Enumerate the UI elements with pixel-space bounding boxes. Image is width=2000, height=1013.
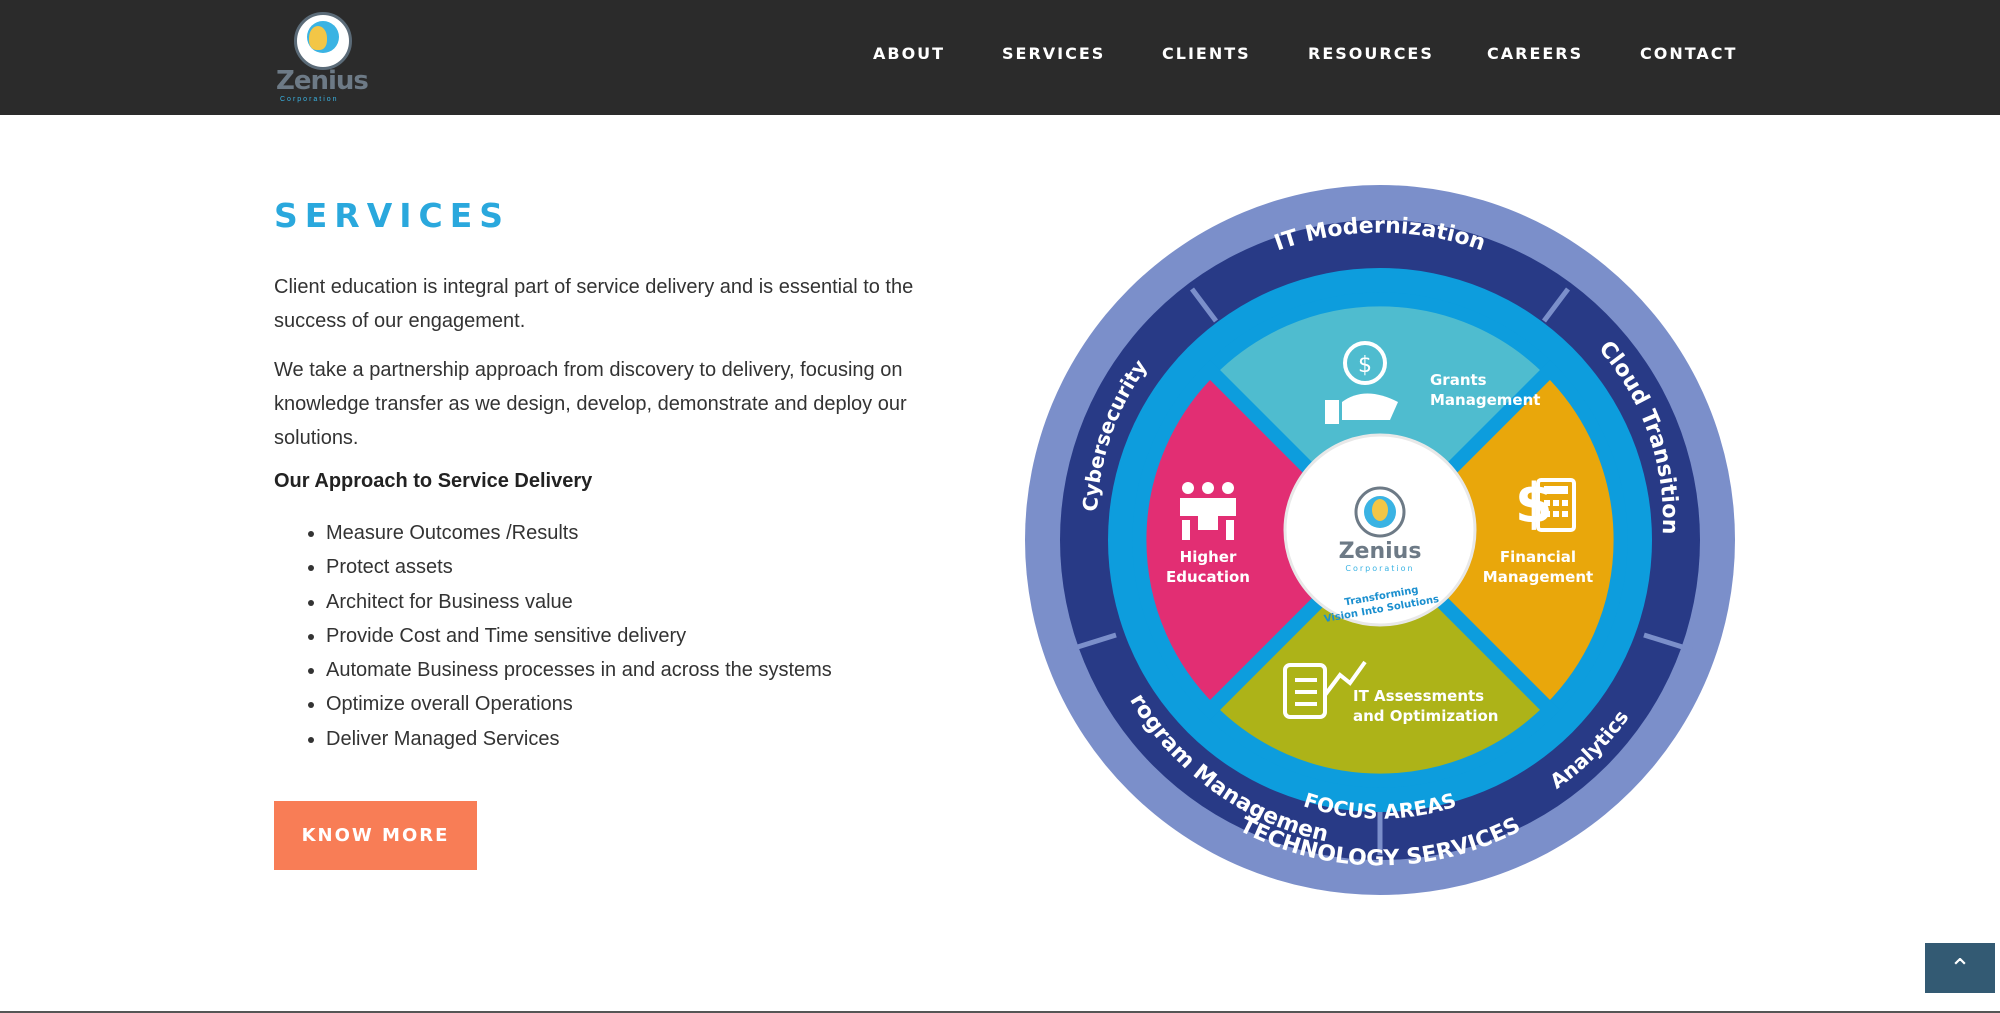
know-more-button[interactable]: KNOW MORE xyxy=(274,801,477,870)
financial-line2: Management xyxy=(1483,568,1593,586)
higher-ed-line2: Education xyxy=(1166,568,1250,586)
it-assess-line2: and Optimization xyxy=(1353,707,1498,725)
services-wheel-diagram: IT Modernization Cloud Transition Analyt… xyxy=(1020,180,1735,895)
nav-clients[interactable]: CLIENTS xyxy=(1162,44,1251,63)
logo-text: Zenius xyxy=(276,66,369,96)
intro-paragraph: Client education is integral part of ser… xyxy=(274,276,914,332)
list-item: Optimize overall Operations xyxy=(326,687,832,721)
grants-line2: Management xyxy=(1430,391,1540,409)
list-item: Protect assets xyxy=(326,550,832,584)
higher-ed-line1: Higher xyxy=(1180,548,1237,566)
logo-subtext: Corporation xyxy=(280,96,339,103)
chevron-up-icon: ⌃ xyxy=(1949,952,1971,983)
list-item: Deliver Managed Services xyxy=(326,722,832,756)
list-item: Provide Cost and Time sensitive delivery xyxy=(326,619,832,653)
nav-about[interactable]: ABOUT xyxy=(873,44,945,63)
svg-text:$: $ xyxy=(1358,353,1372,378)
bulb-icon xyxy=(309,26,327,50)
nav-resources[interactable]: RESOURCES xyxy=(1308,44,1434,63)
it-assess-line1: IT Assessments xyxy=(1353,687,1484,705)
nav-contact[interactable]: CONTACT xyxy=(1640,44,1737,63)
center-logo-icon xyxy=(1354,486,1406,538)
grants-line1: Grants xyxy=(1430,371,1487,389)
center-logo-sub: Corporation xyxy=(1345,564,1414,573)
section-title: SERVICES xyxy=(274,196,511,235)
back-to-top-button[interactable]: ⌃ xyxy=(1925,943,1995,993)
list-item: Automate Business processes in and acros… xyxy=(326,653,832,687)
nav-services[interactable]: SERVICES xyxy=(1002,44,1105,63)
zenius-logo[interactable]: Zenius Corporation xyxy=(274,12,374,103)
top-navbar: Zenius Corporation ABOUT SERVICES CLIENT… xyxy=(0,0,2000,115)
list-item: Architect for Business value xyxy=(326,585,832,619)
approach-heading: Our Approach to Service Delivery xyxy=(274,470,593,492)
approach-list: Measure Outcomes /Results Protect assets… xyxy=(300,516,832,756)
partnership-paragraph: We take a partnership approach from disc… xyxy=(274,359,907,449)
financial-line1: Financial xyxy=(1500,548,1576,566)
list-item: Measure Outcomes /Results xyxy=(326,516,832,550)
center-logo-text: Zenius xyxy=(1339,539,1422,564)
nav-careers[interactable]: CAREERS xyxy=(1487,44,1583,63)
